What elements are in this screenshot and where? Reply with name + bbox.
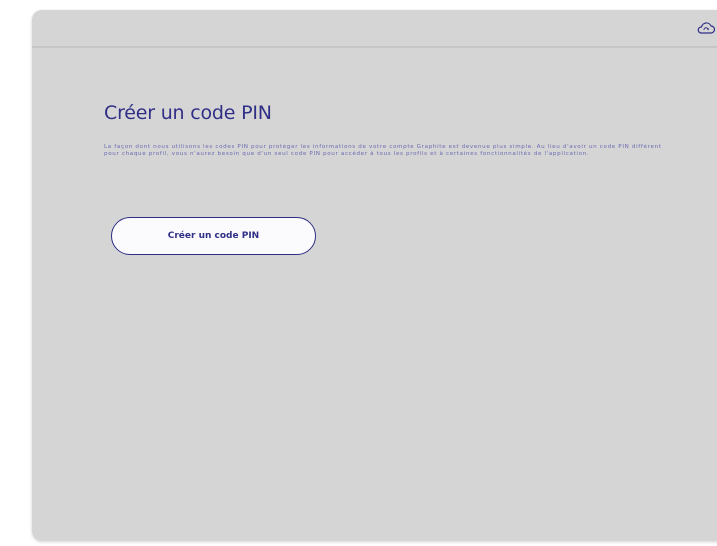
page-title: Créer un code PIN	[104, 102, 272, 124]
create-pin-button[interactable]: Créer un code PIN	[111, 217, 316, 255]
top-bar	[32, 10, 717, 48]
app-window: Créer un code PIN La façon dont nous uti…	[32, 10, 717, 541]
pin-setup-section: Créer un code PIN La façon dont nous uti…	[104, 102, 664, 255]
cloud-sync-icon[interactable]	[696, 20, 716, 36]
description-text: La façon dont nous utilisons les codes P…	[104, 144, 662, 157]
